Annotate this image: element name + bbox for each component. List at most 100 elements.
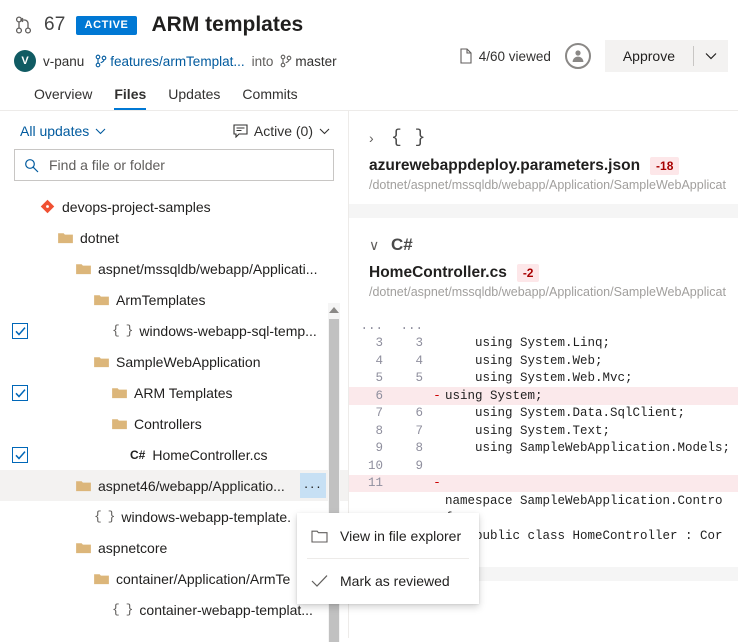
updates-filter-dropdown[interactable]: All updates: [20, 123, 106, 139]
context-menu-item-label: View in file explorer: [340, 528, 462, 544]
diff-old-line: 3: [375, 336, 383, 351]
tree-item-label: dotnet: [80, 229, 119, 246]
diff-new-line: 6: [415, 406, 423, 421]
diff-file-lang-row[interactable]: › { }: [369, 125, 738, 151]
folder-icon: [112, 418, 127, 430]
pr-author: v-panu: [43, 53, 85, 69]
tree-item-label: SampleWebApplication: [116, 353, 261, 370]
tree-item-label: devops-project-samples: [62, 198, 211, 215]
context-menu-item-mark-as-reviewed[interactable]: Mark as reviewed: [297, 563, 479, 599]
scroll-up-arrow-icon[interactable]: [329, 307, 339, 313]
target-branch-label: master: [295, 53, 337, 69]
tree-row[interactable]: Controllers: [0, 408, 348, 439]
file-tree-filter-bar: All updates Active (0): [0, 111, 348, 149]
tab-files[interactable]: Files: [114, 86, 146, 110]
diff-file-lang: C#: [391, 235, 413, 254]
tree-row[interactable]: dotnet: [0, 222, 348, 253]
chevron-down-icon[interactable]: [694, 40, 728, 72]
folder-icon: [94, 573, 109, 585]
csharp-file-icon: C#: [130, 447, 146, 462]
diff-file-name[interactable]: HomeController.cs: [369, 264, 507, 282]
comments-filter-dropdown[interactable]: Active (0): [233, 123, 330, 139]
tree-item-content: aspnet/mssqldb/webapp/Applicati...: [34, 261, 317, 277]
file-icon: [459, 48, 473, 64]
tree-item-content: { } container-webapp-templat...: [34, 602, 313, 618]
context-menu-item-view-in-file-explorer[interactable]: View in file explorer: [297, 518, 479, 554]
tree-row[interactable]: container/Application/ArmTe: [0, 563, 348, 594]
diff-old-line: 10: [367, 458, 383, 473]
diff-viewer: ... ... 3 3 using System.Linq; 4 4 using…: [349, 311, 738, 545]
tree-row[interactable]: { } container-webapp-templat...: [0, 594, 348, 625]
tree-item-content: C# HomeController.cs: [34, 447, 268, 463]
tree-row[interactable]: SampleWebApplication: [0, 346, 348, 377]
diff-code: using System.Text;: [445, 423, 611, 438]
diff-file-card-json: › { } azurewebappdeploy.parameters.json …: [349, 111, 738, 204]
more-actions-button[interactable]: ···: [300, 473, 326, 498]
tree-row[interactable]: { } windows-webapp-sql-temp...: [0, 315, 348, 346]
file-context-menu: View in file explorer Mark as reviewed: [297, 513, 479, 604]
viewed-count: 4/60 viewed: [459, 48, 551, 64]
tree-row[interactable]: { } windows-webapp-template.: [0, 501, 348, 532]
diff-code: using System;: [445, 388, 543, 403]
pr-title-row: 67 ACTIVE ARM templates: [14, 10, 738, 40]
diff-file-name-row: azurewebappdeploy.parameters.json -18: [369, 157, 738, 175]
diff-row: 8 7 using System.Text;: [349, 422, 738, 440]
diff-row: 9 8 using SampleWebApplication.Models;: [349, 440, 738, 458]
approve-button[interactable]: Approve: [604, 40, 728, 72]
status-badge: ACTIVE: [75, 15, 138, 35]
chevron-right-icon[interactable]: ›: [369, 130, 381, 146]
diff-code: using System.Web;: [445, 353, 603, 368]
file-tree: devops-project-samples dotnet aspnet/mss…: [0, 191, 348, 625]
diff-new-line: 5: [415, 371, 423, 386]
search-box[interactable]: [14, 149, 334, 181]
diff-row: ... ...: [349, 317, 738, 335]
tree-item-label: ARM Templates: [134, 384, 233, 401]
diff-code: public class HomeController : Cor: [445, 528, 723, 543]
diff-row-deleted: 11 -: [349, 474, 738, 492]
reviewed-checkbox[interactable]: [12, 446, 28, 463]
tab-updates[interactable]: Updates: [168, 86, 220, 110]
approve-button-label: Approve: [622, 48, 675, 64]
file-tree-pane: All updates Active (0) Find a file or fo…: [0, 111, 348, 642]
updates-filter-label: All updates: [20, 123, 90, 139]
diff-file-lang: { }: [391, 128, 427, 148]
reviewed-checkbox[interactable]: [12, 384, 28, 401]
tab-overview[interactable]: Overview: [34, 86, 92, 110]
tree-row[interactable]: ARM Templates: [0, 377, 348, 408]
folder-icon: [58, 232, 73, 244]
source-branch-link[interactable]: features/armTemplat...: [95, 54, 245, 69]
tree-item-label: windows-webapp-sql-temp...: [139, 322, 317, 339]
diff-row: namespace SampleWebApplication.Contro: [349, 492, 738, 510]
tree-row[interactable]: aspnetcore: [0, 532, 348, 563]
search-input[interactable]: [47, 156, 324, 174]
diff-file-name[interactable]: azurewebappdeploy.parameters.json: [369, 157, 640, 175]
diff-old-line: 5: [375, 371, 383, 386]
reviewed-checkbox[interactable]: [12, 322, 28, 339]
diff-marker: -: [433, 476, 441, 491]
tree-row[interactable]: aspnet/mssqldb/webapp/Applicati...: [0, 253, 348, 284]
diff-file-lang-row[interactable]: ∨ C#: [369, 232, 738, 258]
tree-item-label: aspnet/mssqldb/webapp/Applicati...: [98, 260, 318, 277]
branch-icon: [95, 54, 107, 68]
tree-row[interactable]: C# HomeController.cs: [0, 439, 348, 470]
tree-item-label: ArmTemplates: [116, 291, 206, 308]
chevron-down-icon: [95, 128, 106, 135]
tree-row[interactable]: aspnet46/webapp/Applicatio... ···: [0, 470, 348, 501]
diff-old-line: 7: [375, 406, 383, 421]
tab-commits[interactable]: Commits: [242, 86, 297, 110]
tree-item-label: aspnetcore: [98, 539, 168, 556]
tree-item-content: dotnet: [34, 230, 119, 246]
target-branch[interactable]: master: [280, 53, 337, 69]
search-icon: [24, 158, 39, 173]
tree-row[interactable]: ArmTemplates: [0, 284, 348, 315]
json-file-icon: { }: [112, 323, 133, 338]
tree-item-label: Controllers: [134, 415, 202, 432]
reviewer-avatar[interactable]: [564, 43, 591, 69]
tree-item-label: container/Application/ArmTe: [116, 570, 291, 587]
chevron-down-icon[interactable]: ∨: [369, 237, 381, 254]
tree-item-content: Controllers: [34, 416, 202, 432]
page-title: ARM templates: [151, 13, 304, 36]
tree-row[interactable]: devops-project-samples: [0, 191, 348, 222]
diff-code: using System.Web.Mvc;: [445, 371, 633, 386]
json-file-icon: { }: [94, 509, 115, 524]
